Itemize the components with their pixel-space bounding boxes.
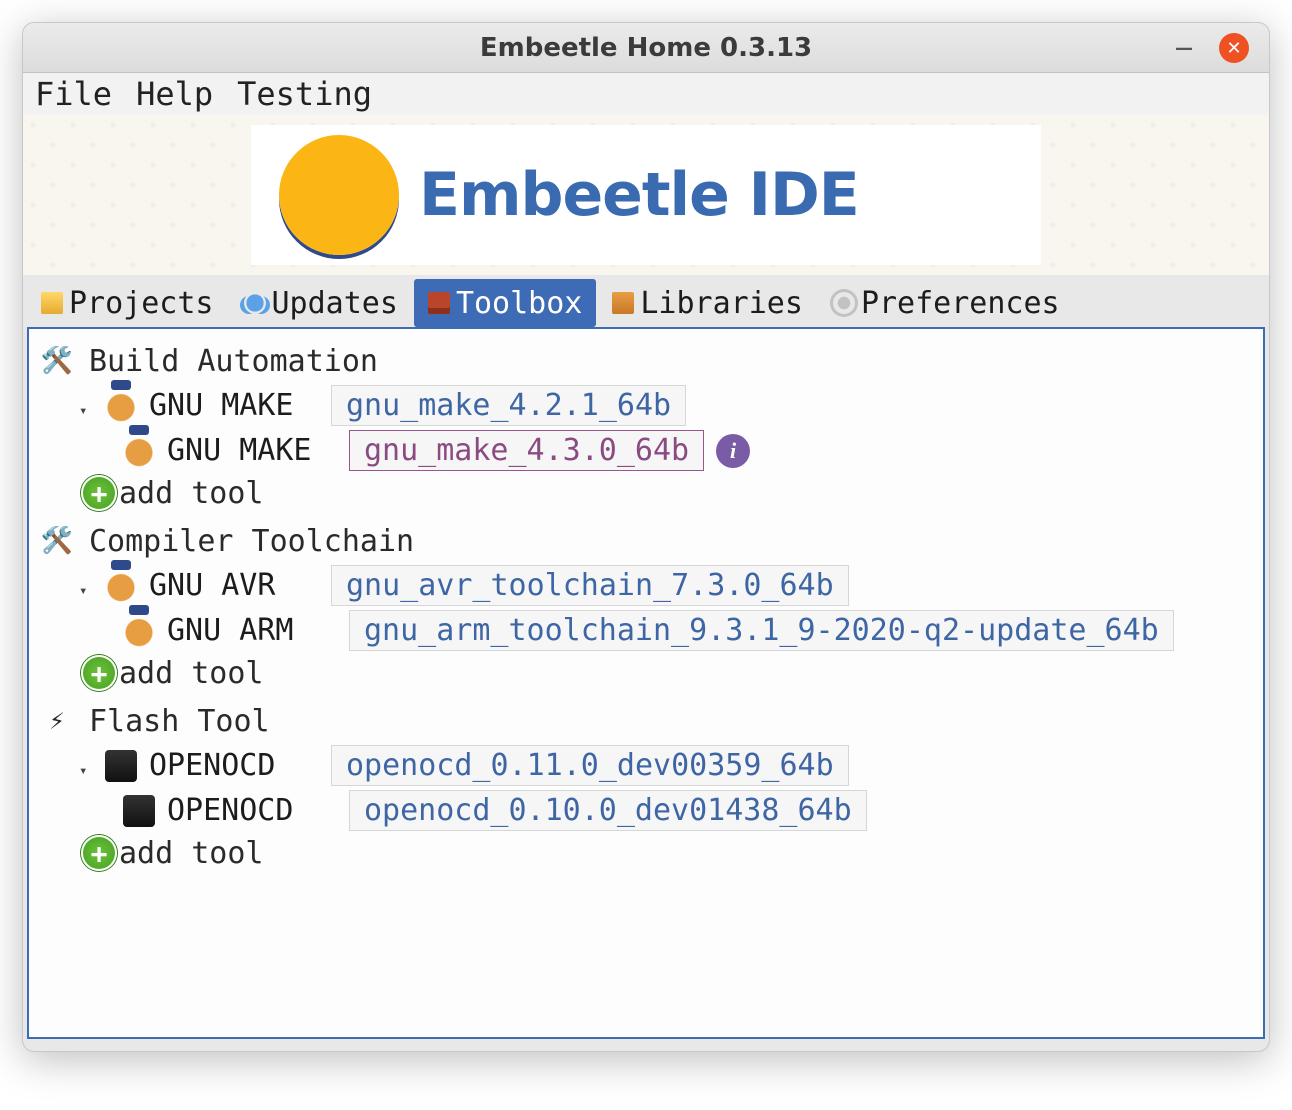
tool-row: OPENOCD openocd_0.10.0_dev01438_64b [37,788,1247,833]
add-tool-button[interactable]: + [81,475,117,511]
group-title: Build Automation [89,344,378,379]
group-build: 🛠️ Build Automation GNU MAKE gnu_make_4.… [37,339,1247,513]
add-tool-row: + add tool [37,653,1247,693]
flash-chip-icon: ⚡ [37,701,77,741]
add-tool-label: add tool [119,836,264,871]
add-tool-button[interactable]: + [81,835,117,871]
book-icon [612,292,634,314]
banner-area: Embeetle IDE [23,115,1269,275]
tab-libraries[interactable]: Libraries [598,279,817,327]
group-header[interactable]: 🛠️ Build Automation [37,339,1247,383]
add-tool-row: + add tool [37,473,1247,513]
gear-icon [833,292,855,314]
tool-version-select[interactable]: gnu_make_4.2.1_64b [331,385,686,426]
tool-version-select[interactable]: gnu_arm_toolchain_9.3.1_9-2020-q2-update… [349,610,1174,651]
window-title: Embeetle Home 0.3.13 [480,33,812,63]
add-tool-button[interactable]: + [81,655,117,691]
chip-icon [123,795,155,827]
tab-updates[interactable]: Updates [230,279,412,327]
banner-card: Embeetle IDE [251,125,1041,265]
tab-label: Libraries [640,286,803,321]
plus-icon: + [91,657,108,690]
add-tool-label: add tool [119,476,264,511]
tab-toolbox[interactable]: Toolbox [414,279,596,327]
tree-arrow-icon[interactable] [79,388,93,423]
tool-name: GNU AVR [149,568,319,603]
group-title: Compiler Toolchain [89,524,414,559]
menubar: File Help Testing [23,73,1269,115]
tab-label: Projects [69,286,214,321]
tree-arrow-icon[interactable] [79,748,93,783]
gnu-arm-icon [123,615,155,647]
gnu-arm-icon [123,435,155,467]
close-icon: ✕ [1226,38,1241,59]
tool-name: GNU MAKE [149,388,319,423]
group-flash: ⚡ Flash Tool OPENOCD openocd_0.11.0_dev0… [37,699,1247,873]
embeetle-logo-icon [279,135,399,255]
add-tool-label: add tool [119,656,264,691]
window-close-button[interactable]: ✕ [1219,33,1249,63]
hammer-info-icon: 🛠️ [37,341,77,381]
tool-version-select[interactable]: gnu_make_4.3.0_64b [349,430,704,471]
tool-row: GNU AVR gnu_avr_toolchain_7.3.0_64b [37,563,1247,608]
gnu-arm-icon [105,390,137,422]
tool-name: GNU MAKE [167,433,337,468]
menu-help[interactable]: Help [136,75,213,113]
plus-icon: + [91,477,108,510]
tab-label: Updates [272,286,398,321]
tool-row: OPENOCD openocd_0.11.0_dev00359_64b [37,743,1247,788]
tab-label: Preferences [861,286,1060,321]
titlebar: Embeetle Home 0.3.13 — ✕ [23,23,1269,73]
tool-row: GNU MAKE gnu_make_4.3.0_64b i [37,428,1247,473]
tool-row: GNU MAKE gnu_make_4.2.1_64b [37,383,1247,428]
tool-name: GNU ARM [167,613,337,648]
info-icon[interactable]: i [716,434,750,468]
tool-name: OPENOCD [167,793,337,828]
hammer-link-icon: 🛠️ [37,521,77,561]
window-minimize-button[interactable]: — [1169,33,1199,63]
cloud-icon [244,292,266,314]
tool-name: OPENOCD [149,748,319,783]
group-header[interactable]: 🛠️ Compiler Toolchain [37,519,1247,563]
menu-testing[interactable]: Testing [237,75,372,113]
folder-icon [41,292,63,314]
toolbox-panel: 🛠️ Build Automation GNU MAKE gnu_make_4.… [27,327,1265,1039]
toolbox-icon [428,292,450,314]
tool-version-select[interactable]: openocd_0.10.0_dev01438_64b [349,790,867,831]
add-tool-row: + add tool [37,833,1247,873]
tab-strip: Projects Updates Toolbox Libraries Prefe… [23,279,1269,327]
gnu-avr-icon [105,570,137,602]
tab-label: Toolbox [456,286,582,321]
group-compiler: 🛠️ Compiler Toolchain GNU AVR gnu_avr_to… [37,519,1247,693]
tree-arrow-icon[interactable] [79,568,93,603]
tool-version-select[interactable]: openocd_0.11.0_dev00359_64b [331,745,849,786]
plus-icon: + [91,837,108,870]
menu-file[interactable]: File [35,75,112,113]
minimize-icon: — [1175,38,1193,59]
tool-row: GNU ARM gnu_arm_toolchain_9.3.1_9-2020-q… [37,608,1247,653]
tab-projects[interactable]: Projects [27,279,228,327]
group-header[interactable]: ⚡ Flash Tool [37,699,1247,743]
brand-title: Embeetle IDE [419,160,859,230]
tab-preferences[interactable]: Preferences [819,279,1074,327]
chip-icon [105,750,137,782]
group-title: Flash Tool [89,704,270,739]
app-window: Embeetle Home 0.3.13 — ✕ File Help Testi… [22,22,1270,1052]
tool-version-select[interactable]: gnu_avr_toolchain_7.3.0_64b [331,565,849,606]
